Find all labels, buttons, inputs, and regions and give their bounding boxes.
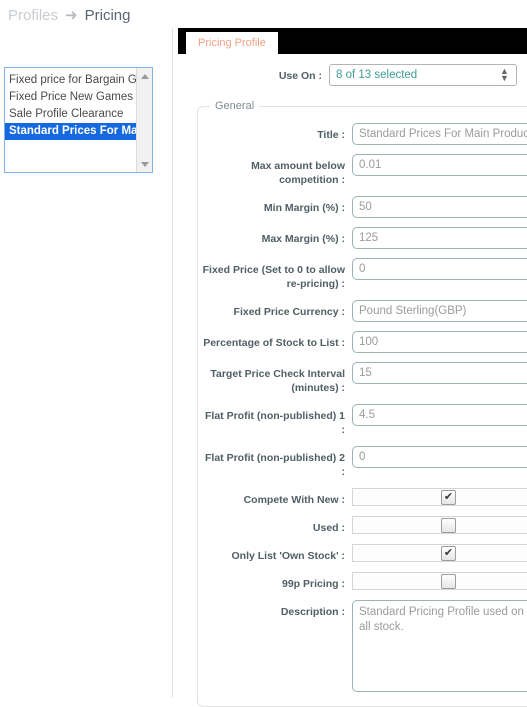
min-margin-input[interactable]: 50 <box>352 196 527 218</box>
target-price-check-interval-input[interactable]: 15 <box>352 362 527 384</box>
compete-with-new-checkbox[interactable]: ✔ <box>441 490 456 505</box>
triangle-up-icon[interactable] <box>137 69 152 83</box>
field-label: Used : <box>202 516 352 535</box>
field-row-max-amount-below-competition: Max amount below competition : 0.01 <box>202 154 527 187</box>
list-item[interactable]: Fixed price for Bargain Games <box>5 72 136 89</box>
field-row-description: Description : Standard Pricing Profile u… <box>202 600 527 692</box>
profile-list-items: Fixed price for Bargain Games Fixed Pric… <box>5 68 136 172</box>
max-amount-below-competition-input[interactable]: 0.01 <box>352 154 527 176</box>
general-fieldset: General Title : Standard Prices For Main… <box>197 100 527 707</box>
profile-listbox[interactable]: Fixed price for Bargain Games Fixed Pric… <box>4 67 153 173</box>
breadcrumb: Profiles ➜ Pricing <box>8 2 130 28</box>
triangle-down-icon[interactable] <box>137 157 152 171</box>
description-textarea[interactable]: Standard Pricing Profile used on all sto… <box>352 600 527 692</box>
fixed-price-currency-value: Pound Sterling(GBP) <box>359 305 466 317</box>
list-item[interactable]: Sale Profile Clearance <box>5 106 136 123</box>
field-row-title: Title : Standard Prices For Main Product… <box>202 123 527 145</box>
use-on-select[interactable]: 8 of 13 selected ▲▼ <box>329 64 517 86</box>
field-label: Fixed Price (Set to 0 to allow re-pricin… <box>202 258 352 291</box>
field-row-min-margin: Min Margin (%) : 50 <box>202 196 527 218</box>
field-row-fixed-price-currency: Fixed Price Currency : Pound Sterling(GB… <box>202 300 527 322</box>
flat-profit-1-input[interactable]: 4.5 <box>352 404 527 426</box>
list-item-selected[interactable]: Standard Prices For Main Products <box>5 123 136 140</box>
field-label: Max Margin (%) : <box>202 227 352 246</box>
listbox-scrollbar[interactable] <box>136 68 152 172</box>
field-row-used: Used : <box>202 516 527 535</box>
only-list-own-stock-checkbox-container[interactable]: ✔ <box>352 544 527 562</box>
field-label: Flat Profit (non-published) 1 : <box>202 404 352 437</box>
up-down-stepper-icon: ▲▼ <box>500 68 509 83</box>
use-on-label: Use On : <box>179 64 329 83</box>
max-margin-input[interactable]: 125 <box>352 227 527 249</box>
field-row-flat-profit-2: Flat Profit (non-published) 2 : 0 <box>202 446 527 479</box>
field-row-only-list-own-stock: Only List 'Own Stock' : ✔ <box>202 544 527 563</box>
99p-pricing-checkbox-container[interactable] <box>352 572 527 590</box>
used-checkbox-container[interactable] <box>352 516 527 534</box>
pricing-profile-panel: Pricing Profile Use On : 8 of 13 selecte… <box>172 28 527 698</box>
use-on-row: Use On : 8 of 13 selected ▲▼ <box>179 64 517 86</box>
title-input[interactable]: Standard Prices For Main Products <box>352 123 527 145</box>
field-label: Only List 'Own Stock' : <box>202 544 352 563</box>
pricing-profile-form: Use On : 8 of 13 selected ▲▼ General Tit… <box>173 64 527 707</box>
field-label: Max amount below competition : <box>202 154 352 187</box>
field-label: Target Price Check Interval (minutes) : <box>202 362 352 395</box>
field-row-99p-pricing: 99p Pricing : <box>202 572 527 591</box>
percentage-of-stock-to-list-input[interactable]: 100 <box>352 331 527 353</box>
fixed-price-currency-select[interactable]: Pound Sterling(GBP) <box>352 300 527 322</box>
field-row-flat-profit-1: Flat Profit (non-published) 1 : 4.5 <box>202 404 527 437</box>
flat-profit-2-input[interactable]: 0 <box>352 446 527 468</box>
field-label: Fixed Price Currency : <box>202 300 352 319</box>
field-label: Flat Profit (non-published) 2 : <box>202 446 352 479</box>
arrow-right-icon: ➜ <box>65 8 78 23</box>
breadcrumb-parent[interactable]: Profiles <box>8 7 58 24</box>
used-checkbox[interactable] <box>441 518 456 533</box>
field-row-fixed-price: Fixed Price (Set to 0 to allow re-pricin… <box>202 258 527 291</box>
field-label: 99p Pricing : <box>202 572 352 591</box>
field-label: Title : <box>202 123 352 142</box>
list-item[interactable]: Fixed Price New Games <box>5 89 136 106</box>
field-label: Percentage of Stock to List : <box>202 331 352 350</box>
description-value: Standard Pricing Profile used on all sto… <box>359 605 524 635</box>
field-label: Compete With New : <box>202 488 352 507</box>
field-row-percentage-of-stock-to-list: Percentage of Stock to List : 100 <box>202 331 527 353</box>
field-row-max-margin: Max Margin (%) : 125 <box>202 227 527 249</box>
general-legend: General <box>210 100 259 112</box>
field-row-compete-with-new: Compete With New : ✔ <box>202 488 527 507</box>
compete-with-new-checkbox-container[interactable]: ✔ <box>352 488 527 506</box>
fixed-price-input[interactable]: 0 <box>352 258 527 280</box>
tab-pricing-profile[interactable]: Pricing Profile <box>186 32 278 54</box>
tab-bar: Pricing Profile <box>178 28 527 54</box>
field-row-target-price-check-interval: Target Price Check Interval (minutes) : … <box>202 362 527 395</box>
only-list-own-stock-checkbox[interactable]: ✔ <box>441 546 456 561</box>
field-label: Description : <box>202 600 352 619</box>
99p-pricing-checkbox[interactable] <box>441 574 456 589</box>
use-on-value: 8 of 13 selected <box>336 69 417 81</box>
breadcrumb-current: Pricing <box>85 7 131 24</box>
field-label: Min Margin (%) : <box>202 196 352 215</box>
